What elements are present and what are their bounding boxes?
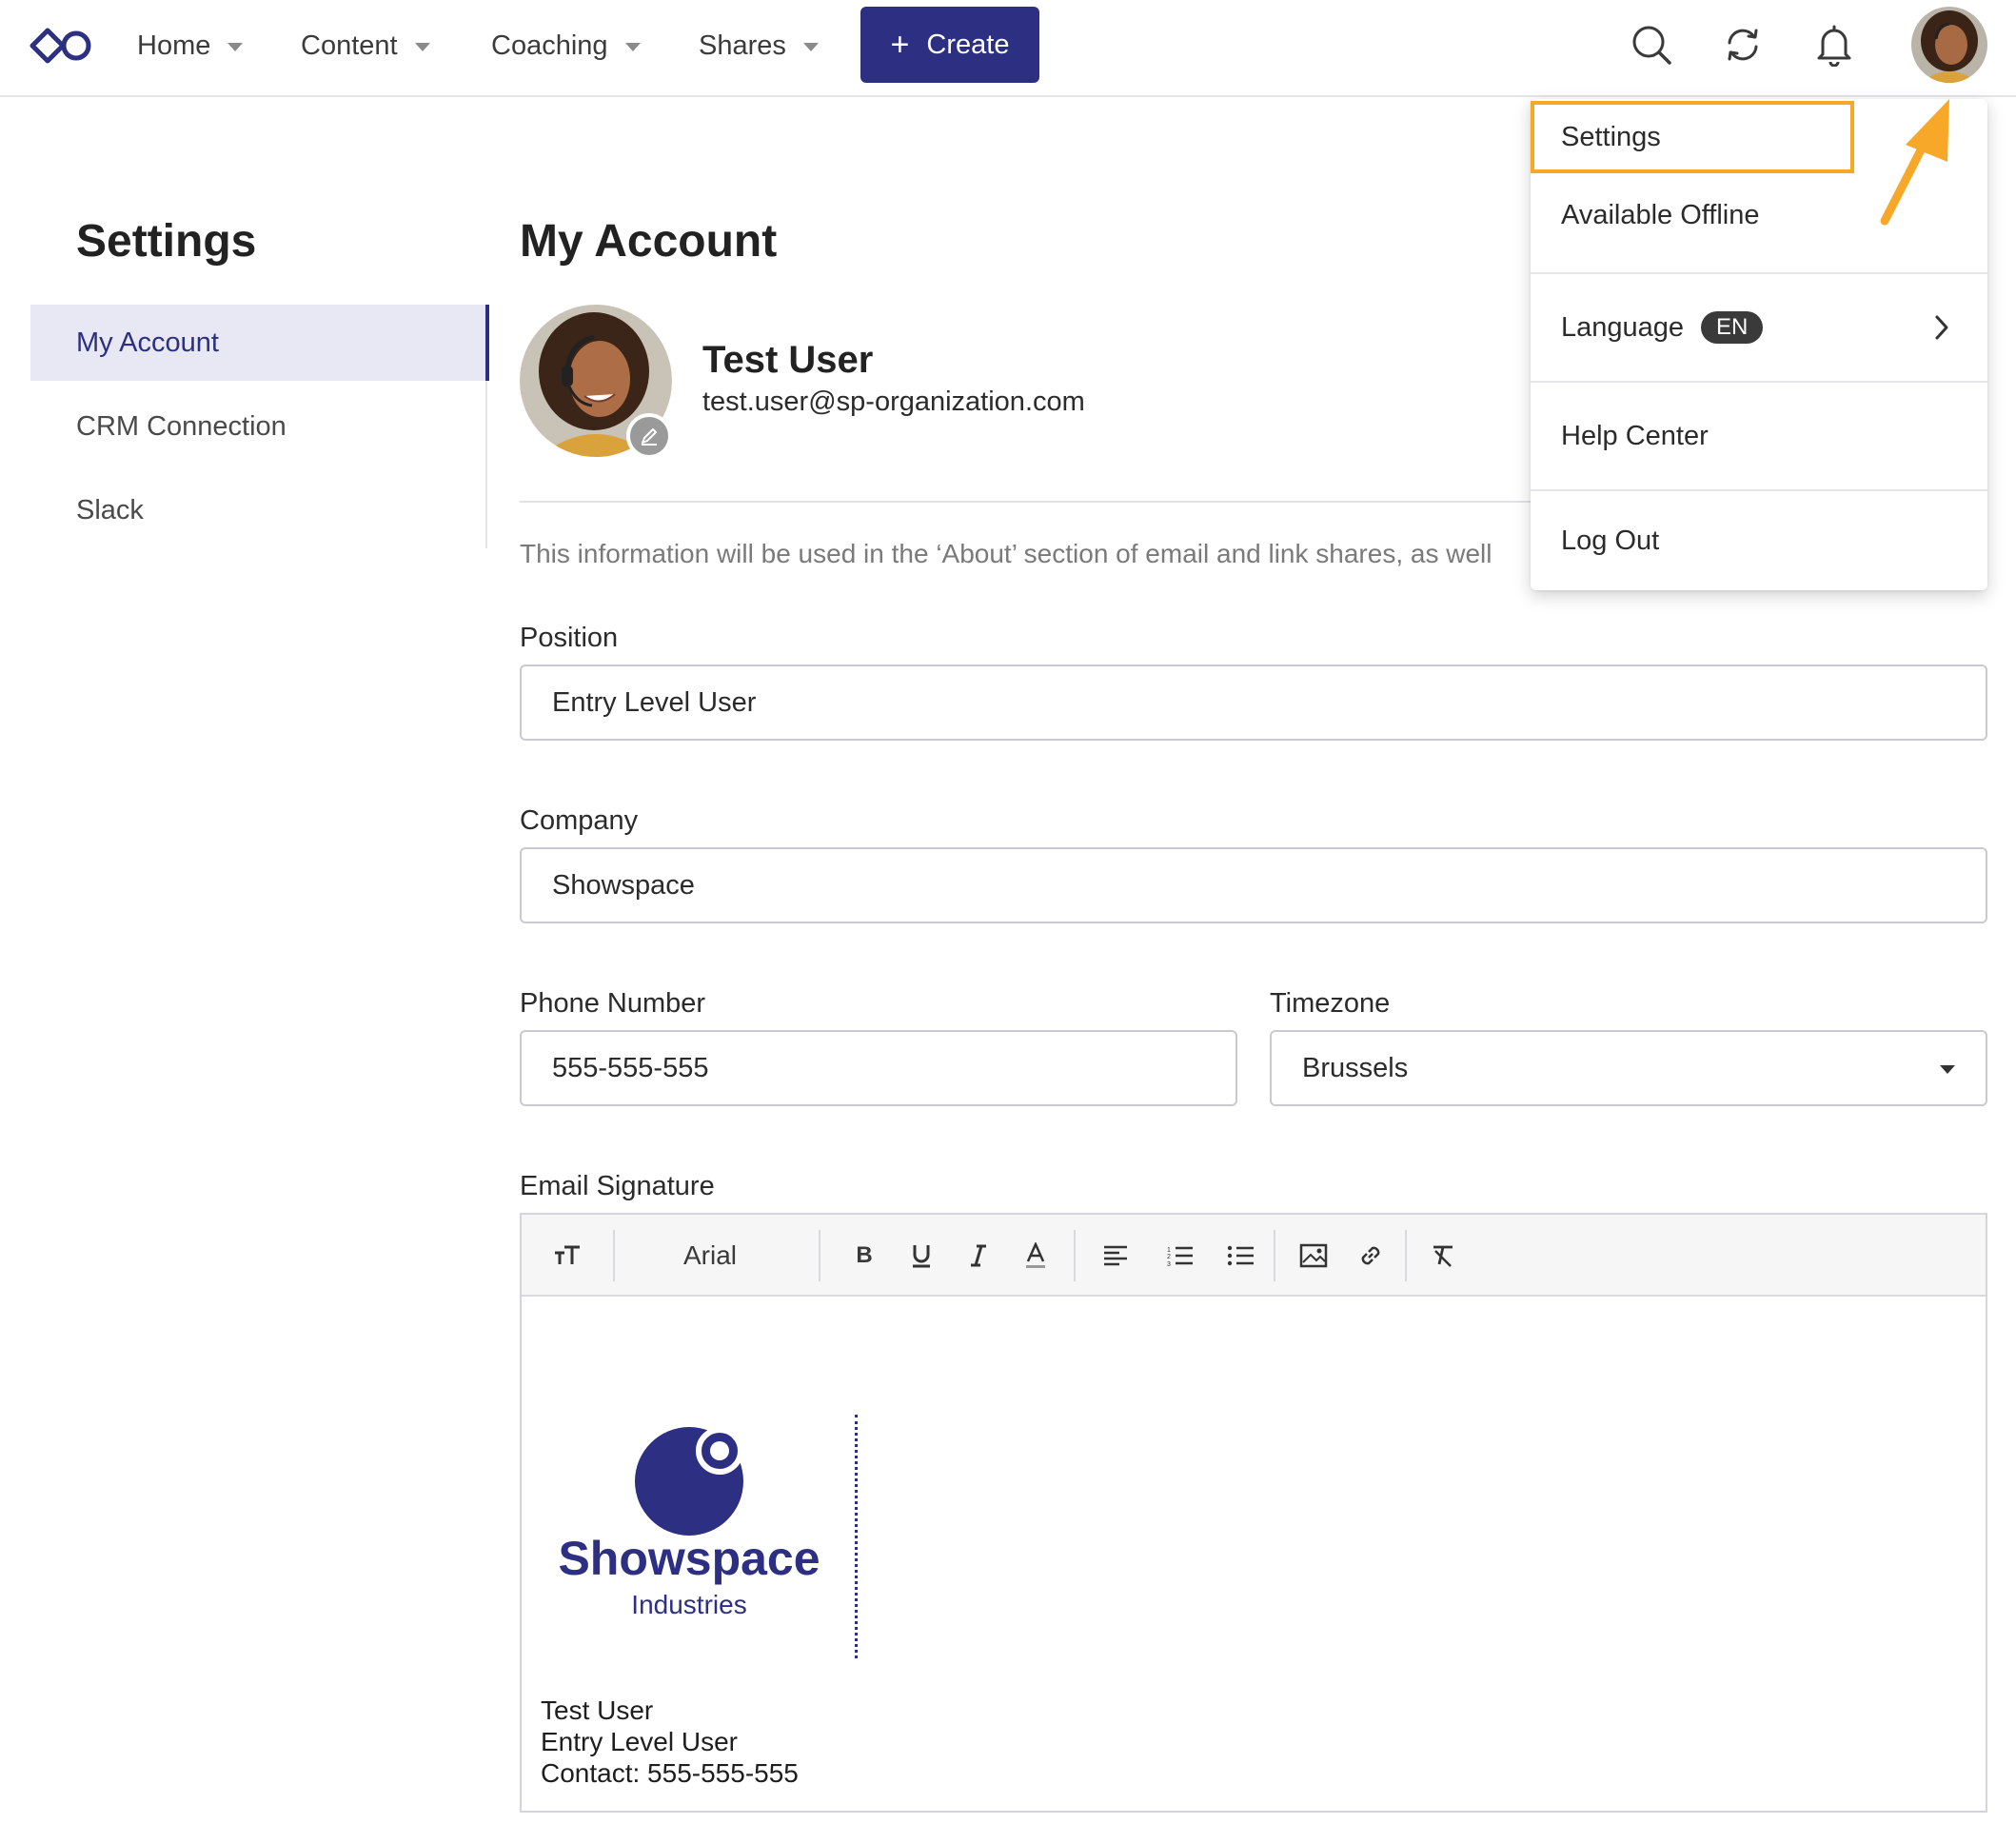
menu-item-help-center[interactable]: Help Center [1531,383,1987,489]
edit-photo-button[interactable] [626,413,672,459]
signature-text: Test User Entry Level User Contact: 555-… [541,1695,799,1789]
signature-editor[interactable]: Arial B 123 Showspace Industries Test Us… [520,1213,1987,1813]
svg-text:1: 1 [1167,1247,1171,1254]
menu-item-label: Help Center [1561,420,1709,451]
clear-formatting-icon[interactable] [1422,1235,1464,1277]
caret-down-icon [802,42,819,51]
menu-item-language[interactable]: Language EN [1531,274,1987,381]
settings-sidebar: My Account CRM Connection Slack [30,305,489,548]
settings-highlight-box [1531,101,1854,173]
chevron-right-icon [1935,315,1948,340]
top-navigation-bar: Home Content Coaching Shares + Create [0,0,2016,97]
sidebar-item-my-account[interactable]: My Account [30,305,489,381]
nav-home[interactable]: Home [137,25,244,67]
bullet-list-icon[interactable] [1220,1235,1262,1277]
language-badge: EN [1701,311,1764,344]
toolbar-separator [613,1230,615,1281]
annotation-arrow-icon [1880,99,1949,226]
italic-icon[interactable] [958,1235,999,1277]
toolbar-separator [1274,1230,1275,1281]
caret-down-icon [624,42,641,51]
timezone-value: Brussels [1302,1052,1409,1083]
signature-dotted-divider [855,1415,858,1658]
signature-line-position: Entry Level User [541,1727,738,1756]
sync-icon[interactable] [1719,21,1767,69]
email-signature-label: Email Signature [520,1171,715,1201]
editor-toolbar: Arial B 123 [522,1215,1986,1297]
caret-down-icon [414,42,430,51]
nav-content[interactable]: Content [301,25,430,67]
font-family-value: Arial [683,1240,738,1270]
signature-logo-title: Showspace [558,1532,820,1585]
menu-item-label: Available Offline [1561,199,1760,230]
nav-coaching-label: Coaching [491,30,608,61]
position-input[interactable] [520,664,1987,741]
link-icon[interactable] [1350,1235,1392,1277]
sidebar-item-label: CRM Connection [76,410,287,442]
timezone-select[interactable]: Brussels [1270,1030,1987,1106]
numbered-list-icon[interactable]: 123 [1159,1235,1201,1277]
nav-home-label: Home [137,30,211,61]
nav-coaching[interactable]: Coaching [491,25,641,67]
pencil-icon [642,428,657,446]
signature-logo: Showspace Industries [546,1405,832,1634]
bell-icon[interactable] [1810,21,1858,69]
underline-icon[interactable] [900,1235,942,1277]
avatar[interactable] [1911,7,1987,83]
sidebar-item-label: Slack [76,494,144,525]
phone-label: Phone Number [520,988,706,1019]
user-name: Test User [702,339,874,381]
sidebar-item-slack[interactable]: Slack [30,472,487,548]
app-logo-icon[interactable] [29,25,93,67]
settings-heading: Settings [76,216,257,267]
timezone-label: Timezone [1270,988,1391,1019]
menu-item-label: Log Out [1561,525,1660,556]
create-button-label: Create [926,29,1010,60]
phone-input[interactable] [520,1030,1237,1106]
user-email: test.user@sp-organization.com [702,387,1085,417]
company-input[interactable] [520,847,1987,923]
signature-line-name: Test User [541,1695,654,1725]
font-size-icon[interactable] [546,1235,588,1277]
font-family-select[interactable]: Arial [683,1235,737,1277]
menu-item-log-out[interactable]: Log Out [1531,491,1987,590]
sidebar-item-crm-connection[interactable]: CRM Connection [30,388,487,465]
caret-down-icon [227,42,244,51]
caret-down-icon [1940,1065,1955,1074]
svg-text:2: 2 [1167,1254,1171,1260]
signature-logo-subtitle: Industries [631,1590,746,1619]
nav-content-label: Content [301,30,398,61]
signature-line-contact: Contact: 555-555-555 [541,1758,799,1788]
text-color-icon[interactable] [1015,1235,1057,1277]
menu-item-label: Language [1561,311,1685,343]
insert-image-icon[interactable] [1293,1235,1334,1277]
toolbar-separator [1405,1230,1407,1281]
align-left-icon[interactable] [1095,1235,1136,1277]
nav-shares-label: Shares [699,30,786,61]
svg-text:3: 3 [1167,1261,1171,1267]
company-label: Company [520,805,639,836]
sidebar-item-label: My Account [76,327,219,358]
create-button[interactable]: + Create [860,7,1039,83]
position-label: Position [520,623,619,653]
search-icon[interactable] [1628,21,1675,69]
page-title: My Account [520,216,778,267]
nav-shares[interactable]: Shares [699,25,819,67]
toolbar-separator [1074,1230,1076,1281]
bold-icon[interactable]: B [843,1235,885,1277]
plus-icon: + [890,27,910,63]
info-description: This information will be used in the ‘Ab… [520,539,1492,568]
toolbar-separator [819,1230,820,1281]
